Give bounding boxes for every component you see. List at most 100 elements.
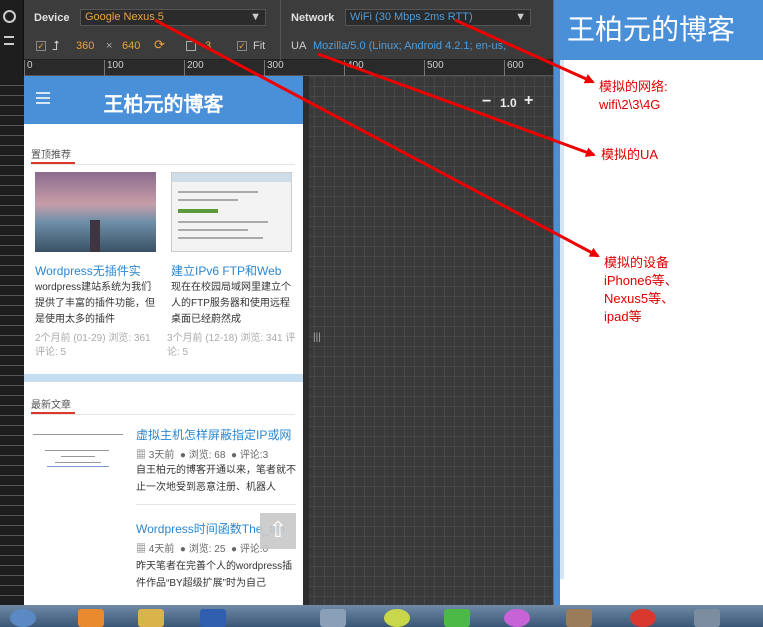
zoom-control: − 1.0 + [478, 92, 540, 114]
taskbar-app-icon[interactable] [630, 609, 656, 627]
text-line [178, 199, 238, 201]
text-line [47, 466, 109, 467]
post-title[interactable]: Wordpress无插件实 [35, 262, 159, 279]
divider [136, 504, 296, 505]
ruler-tick: 500 [424, 60, 444, 76]
zoom-in-button[interactable]: + [524, 92, 533, 110]
post-thumbnail[interactable] [31, 430, 126, 488]
settings-list-icon[interactable] [4, 36, 14, 45]
taskbar-app-icon[interactable] [444, 609, 470, 627]
annotation-network: 模拟的网络: wifi\2\3\4G [599, 79, 668, 112]
post-thumbnail[interactable] [35, 172, 156, 252]
taskbar-app-icon[interactable] [504, 609, 530, 627]
post-thumbnail[interactable] [171, 172, 292, 252]
user-icon: ● [179, 544, 186, 555]
post-excerpt: 昨天笔者在完善个人的wordpress插件作品“BY超级扩展”时为自己 [136, 561, 293, 589]
zoom-value: 1.0 [500, 96, 517, 110]
post-time: 3天前 [148, 450, 175, 461]
back-to-top-button[interactable]: ⇧ [260, 513, 296, 549]
fit-checkbox[interactable]: ✓ [237, 41, 247, 51]
ua-label: UA [291, 40, 307, 52]
comment-icon: ● [230, 450, 238, 461]
network-select[interactable]: WiFi (30 Mbps 2ms RTT) ▼ [345, 9, 531, 26]
window-bar [172, 173, 291, 182]
horizontal-ruler: 0 100 200 300 400 500 600 [24, 60, 553, 76]
times-sign: × [106, 40, 113, 52]
rotate-icon[interactable]: ⟳ [154, 37, 165, 53]
taskbar-app-icon[interactable] [78, 609, 104, 627]
left-stripe-light [560, 60, 564, 579]
ruler-tick: 200 [184, 60, 204, 76]
ua-input[interactable]: Mozilla/5.0 (Linux; Android 4.2.1; en-us… [313, 40, 525, 52]
device-label: Device [34, 12, 70, 24]
post-meta: 2个月前 (01-29) 浏览: 361 评论: 5 [35, 333, 151, 358]
post-time: 4天前 [148, 544, 175, 555]
post-comments: 评论:3 [239, 450, 269, 461]
annotation-device: 模拟的设备 iPhone6等、 Nexus5等、 ipad等 [604, 255, 678, 324]
chevron-down-icon: ▼ [515, 11, 526, 23]
divider [31, 164, 295, 165]
calendar-icon: ▦ [136, 544, 146, 555]
zoom-out-button[interactable]: − [482, 93, 491, 111]
text-line [178, 191, 258, 193]
taskbar-app-icon[interactable] [384, 609, 410, 627]
text-line [178, 229, 248, 231]
start-button[interactable] [10, 609, 36, 627]
progress-bar [178, 209, 218, 213]
text-line [45, 450, 109, 451]
emulated-phone-viewport: 王柏元的博客 置顶推荐 Wordpress无插件实 wordpress建站系统为… [24, 76, 309, 605]
preview-panel: 王柏元的博客 模拟的网络: wifi\2\3\4G 模拟的UA 模拟的设备 iP… [553, 0, 763, 605]
taskbar-app-icon[interactable] [566, 609, 592, 627]
section-heading-label: 最新文章 [31, 400, 71, 411]
text-line [55, 462, 101, 463]
section-heading-label: 置顶推荐 [31, 150, 71, 161]
post-meta: ▦ 3天前 ● 浏览: 68 ● 评论:3 [136, 446, 300, 461]
site-header: 王柏元的博客 [24, 76, 303, 124]
resize-handle[interactable]: ||| [313, 330, 321, 346]
ruler-tick: 600 [504, 60, 524, 76]
post-views: 浏览: 68 [188, 450, 226, 461]
scrollbar[interactable] [305, 82, 309, 232]
width-input[interactable]: 360 [76, 40, 94, 52]
taskbar-app-icon[interactable] [200, 609, 226, 627]
taskbar-app-icon[interactable] [694, 609, 720, 627]
calendar-icon: ▦ [136, 450, 146, 461]
resolution-checkbox[interactable]: ✓ [36, 41, 46, 51]
screenshot-root: Device Google Nexus 5 ▼ ✓ ⮥ 360 × 640 ⟳ 3… [0, 0, 763, 627]
taskbar-app-icon[interactable] [320, 609, 346, 627]
arrow-up-icon: ⇧ [268, 517, 288, 542]
device-select[interactable]: Google Nexus 5 ▼ [80, 9, 266, 26]
height-input[interactable]: 640 [122, 40, 140, 52]
post-excerpt: 现在在校园局域网里建立个人的FTP服务器和使用远程桌面已经蔚然成 [171, 282, 291, 325]
emulation-toolbar: Device Google Nexus 5 ▼ ✓ ⮥ 360 × 640 ⟳ 3… [24, 0, 553, 60]
comment-icon: ● [230, 544, 238, 555]
devtools-panel: Device Google Nexus 5 ▼ ✓ ⮥ 360 × 640 ⟳ 3… [0, 0, 553, 605]
pixel-ratio-input[interactable]: 3 [205, 40, 211, 52]
pier-image [90, 220, 100, 252]
site-title[interactable]: 王柏元的博客 [24, 88, 303, 117]
divider [31, 414, 295, 415]
user-icon: ● [179, 450, 186, 461]
swap-dimensions-icon[interactable]: ⮥ [52, 38, 60, 54]
chevron-down-icon: ▼ [250, 11, 261, 23]
post-excerpt: wordpress建站系统为我们提供了丰富的插件功能，但是使用太多的插件 [35, 282, 155, 325]
toolbar-divider [280, 0, 281, 60]
pixel-ratio-icon [186, 41, 196, 51]
preview-header: 王柏元的博客 [560, 0, 763, 60]
ruler-tick: 300 [264, 60, 284, 76]
device-select-value: Google Nexus 5 [85, 11, 164, 23]
no-emulation-icon[interactable] [3, 10, 16, 23]
post-title[interactable]: 虚拟主机怎样屏蔽指定IP或网 [136, 426, 296, 443]
post-title[interactable]: 建立IPv6 FTP和Web [171, 262, 295, 279]
section-separator [24, 374, 303, 382]
network-select-value: WiFi (30 Mbps 2ms RTT) [350, 11, 473, 23]
section-heading-latest: 最新文章 [31, 396, 75, 414]
vertical-ruler [0, 76, 24, 605]
ruler-tick: 100 [104, 60, 124, 76]
ruler-tick: 0 [24, 60, 33, 76]
network-label: Network [291, 12, 335, 24]
fit-label: Fit [253, 40, 266, 52]
taskbar-app-icon[interactable] [138, 609, 164, 627]
text-line [33, 434, 123, 435]
os-taskbar [0, 605, 763, 627]
